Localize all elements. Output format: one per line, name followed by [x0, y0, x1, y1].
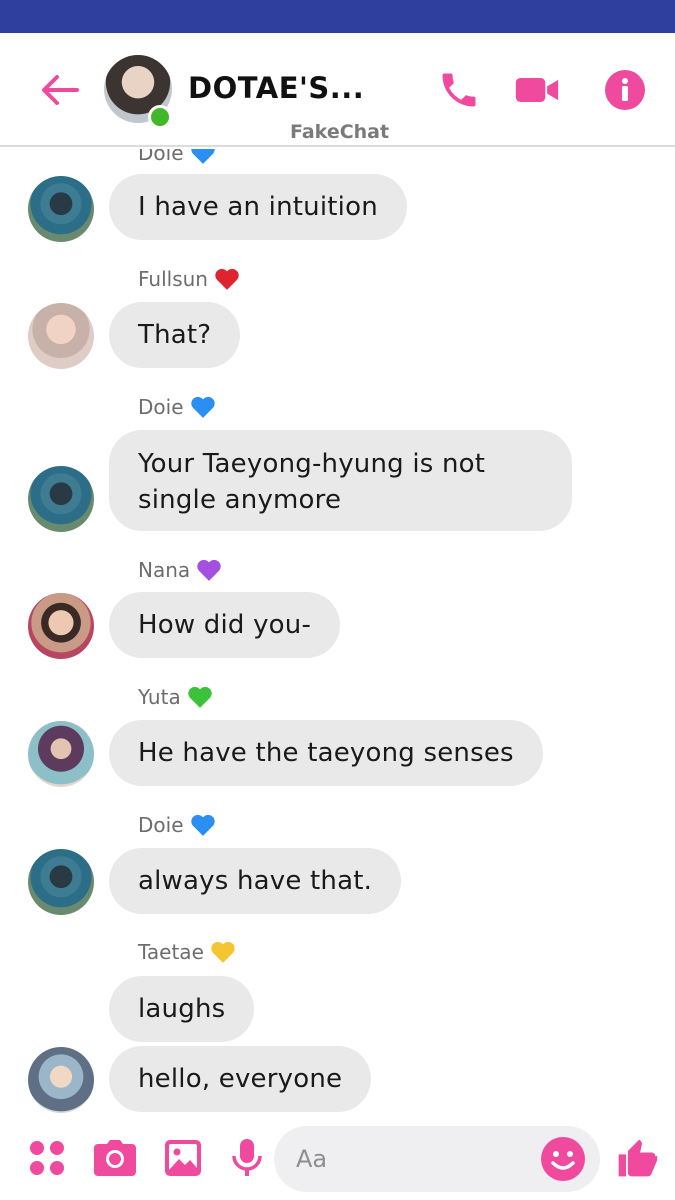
- voice-button[interactable]: [224, 1135, 270, 1181]
- status-bar: [0, 0, 675, 33]
- back-arrow-icon: [42, 75, 79, 105]
- message-bubble[interactable]: Your Taeyong-hyung is not single anymore: [109, 430, 572, 531]
- sender-name: Yuta: [138, 685, 213, 709]
- message-list[interactable]: Doie I have an intuition Fullsun That? D…: [0, 149, 675, 1115]
- avatar-doie[interactable]: [28, 176, 94, 242]
- message-bubble[interactable]: I have an intuition: [109, 174, 407, 240]
- avatar-nana[interactable]: [28, 593, 94, 659]
- blue-heart-icon: [190, 814, 215, 836]
- yellow-heart-icon: [211, 941, 235, 963]
- microphone-icon: [232, 1139, 262, 1176]
- sender-name: Doie: [138, 395, 216, 419]
- camera-icon: [94, 1140, 136, 1176]
- info-button[interactable]: [602, 67, 648, 113]
- message-bubble[interactable]: always have that.: [109, 848, 402, 914]
- sender-name-text: Nana: [138, 558, 191, 582]
- avatar-taetae[interactable]: [28, 1047, 94, 1113]
- sender-name-text: Fullsun: [138, 267, 208, 291]
- back-button[interactable]: [36, 67, 82, 113]
- chat-title[interactable]: DOTAE'S...: [188, 71, 364, 105]
- message-bubble[interactable]: That?: [109, 302, 241, 368]
- video-call-button[interactable]: [514, 67, 560, 113]
- camera-button[interactable]: [92, 1135, 138, 1181]
- message-text: That?: [138, 320, 212, 350]
- emoji-button[interactable]: [540, 1136, 586, 1182]
- watermark-label: FakeChat: [290, 121, 390, 143]
- apps-grid-icon: [30, 1141, 64, 1175]
- sender-name-text: Doie: [138, 149, 184, 165]
- green-heart-icon: [188, 686, 212, 708]
- gallery-button[interactable]: [160, 1135, 206, 1181]
- message-bubble[interactable]: laughs: [109, 976, 255, 1042]
- message-text: I have an intuition: [138, 192, 378, 222]
- sender-name-text: Yuta: [138, 685, 181, 709]
- sender-name-text: Doie: [138, 813, 184, 837]
- chat-header: DOTAE'S... FakeChat: [0, 33, 675, 147]
- message-text: Your Taeyong-hyung is not single anymore: [138, 448, 486, 515]
- red-heart-icon: [215, 268, 239, 290]
- sender-name: Doie: [138, 149, 216, 165]
- avatar-fullsun[interactable]: [28, 303, 94, 369]
- like-button[interactable]: [614, 1135, 660, 1181]
- message-text: He have the taeyong senses: [138, 738, 514, 768]
- composer-bar: [0, 1115, 675, 1200]
- sender-name: Nana: [138, 558, 222, 582]
- message-text: How did you-: [138, 610, 312, 640]
- phone-icon: [442, 73, 476, 107]
- sender-name-text: Doie: [138, 395, 184, 419]
- thumbs-up-icon: [618, 1139, 658, 1177]
- avatar-yuta[interactable]: [28, 721, 94, 787]
- message-text: laughs: [138, 994, 226, 1024]
- sender-name: Taetae: [138, 940, 236, 964]
- blue-heart-icon: [190, 396, 215, 418]
- call-button[interactable]: [436, 67, 482, 113]
- apps-button[interactable]: [24, 1135, 70, 1181]
- avatar-doie[interactable]: [28, 849, 94, 915]
- sender-name-text: Taetae: [138, 940, 204, 964]
- sender-name: Doie: [138, 813, 216, 837]
- avatar-doie[interactable]: [28, 466, 94, 532]
- purple-heart-icon: [197, 559, 221, 581]
- emoji-icon: [541, 1137, 585, 1181]
- sender-name: Fullsun: [138, 267, 240, 291]
- online-status-dot: [148, 105, 172, 129]
- image-icon: [165, 1140, 201, 1176]
- info-icon: [605, 70, 645, 110]
- message-bubble[interactable]: How did you-: [109, 592, 341, 658]
- message-bubble[interactable]: hello, everyone: [109, 1046, 372, 1112]
- message-bubble[interactable]: He have the taeyong senses: [109, 720, 543, 786]
- message-text: always have that.: [138, 866, 373, 896]
- video-camera-icon: [515, 78, 559, 102]
- blue-heart-icon: [190, 149, 215, 164]
- message-text: hello, everyone: [138, 1064, 343, 1094]
